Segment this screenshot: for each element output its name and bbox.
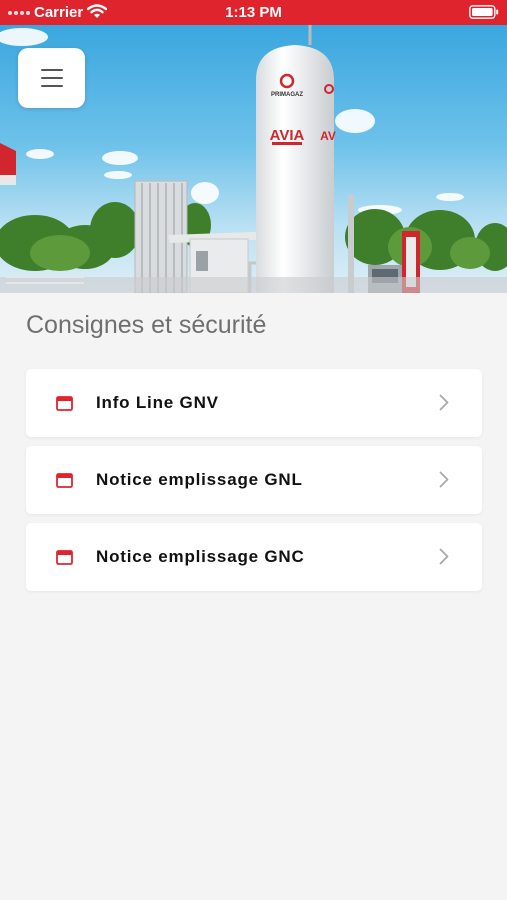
chevron-right-icon bbox=[439, 471, 449, 488]
hero-image: PRIMAGAZ AVIA AV bbox=[0, 25, 507, 293]
clock: 1:13 PM bbox=[225, 4, 282, 21]
list-item-notice-emplissage-gnl[interactable]: Notice emplissage GNL bbox=[26, 446, 482, 514]
svg-text:AVIA: AVIA bbox=[270, 127, 305, 144]
list-item-label: Notice emplissage GNC bbox=[96, 547, 305, 566]
svg-text:PRIMAGAZ: PRIMAGAZ bbox=[271, 92, 303, 98]
chevron-right-icon bbox=[439, 548, 449, 565]
list-item-info-line-gnv[interactable]: Info Line GNV bbox=[26, 369, 482, 437]
menu-button[interactable] bbox=[18, 48, 85, 108]
document-window-icon bbox=[56, 396, 73, 411]
chevron-right-icon bbox=[439, 394, 449, 411]
list-item-notice-emplissage-gnc[interactable]: Notice emplissage GNC bbox=[26, 523, 482, 591]
document-window-icon bbox=[56, 473, 73, 488]
document-window-icon bbox=[56, 550, 73, 565]
status-bar: Carrier 1:13 PM bbox=[0, 0, 507, 25]
hamburger-menu-icon bbox=[40, 69, 63, 71]
list-item-label: Info Line GNV bbox=[96, 393, 219, 412]
battery-icon bbox=[469, 5, 499, 19]
list-item-label: Notice emplissage GNL bbox=[96, 470, 303, 489]
page-title: Consignes et sécurité bbox=[26, 311, 267, 339]
svg-text:AV: AV bbox=[320, 129, 336, 143]
